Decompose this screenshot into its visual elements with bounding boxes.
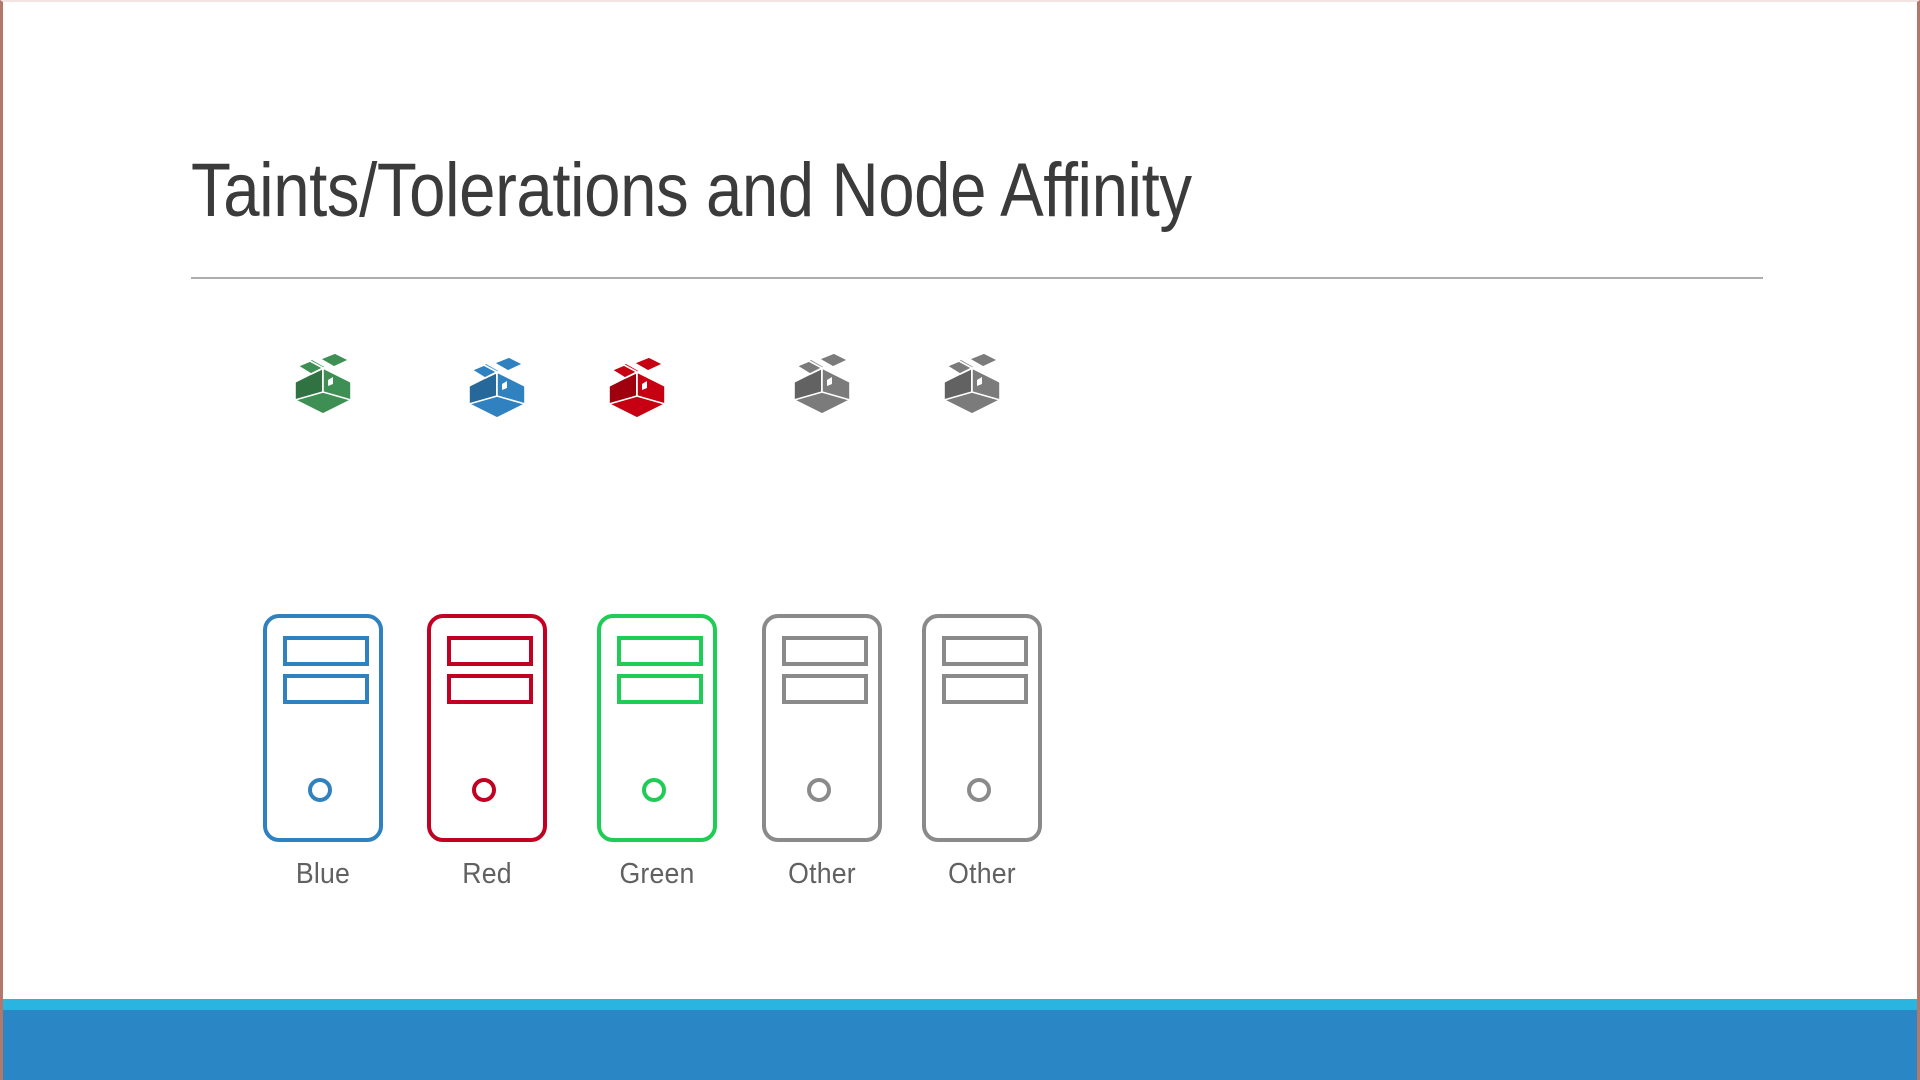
node-other-1-label: Other [788, 858, 856, 890]
node-green-power-button-icon[interactable] [642, 778, 666, 802]
node-other-2[interactable]: Other [922, 614, 1042, 891]
node-other-1-drive-bay-icon [782, 636, 868, 666]
node-blue-drive-bay-icon [283, 674, 369, 704]
node-red-drive-bay-icon [447, 636, 533, 666]
pod-gray-2-icon [941, 346, 1003, 414]
node-other-1-power-button-icon[interactable] [807, 778, 831, 802]
node-red[interactable]: Red [427, 614, 547, 891]
node-green-drive-bay-icon [617, 674, 703, 704]
node-other-1[interactable]: Other [762, 614, 882, 891]
node-other-2-chassis-icon [922, 614, 1042, 842]
node-red-chassis-icon [427, 614, 547, 842]
slide: Taints/Tolerations and Node Affinity Blu… [0, 0, 1920, 1080]
pod-green-icon [292, 346, 354, 414]
footer-band [3, 1010, 1917, 1080]
node-blue-label: Blue [295, 858, 351, 890]
node-other-1-chassis-icon [762, 614, 882, 842]
node-blue-chassis-icon [263, 614, 383, 842]
title-divider [191, 277, 1763, 279]
node-green-drive-bay-icon [617, 636, 703, 666]
node-green-label: Green [619, 858, 695, 890]
node-blue-power-button-icon[interactable] [308, 778, 332, 802]
node-green-chassis-icon [597, 614, 717, 842]
pod-red-icon [606, 350, 668, 418]
node-green[interactable]: Green [597, 614, 717, 891]
pod-gray-1-icon [791, 346, 853, 414]
node-red-power-button-icon[interactable] [472, 778, 496, 802]
node-blue-drive-bay-icon [283, 636, 369, 666]
page-title: Taints/Tolerations and Node Affinity [191, 148, 1192, 233]
node-other-2-label: Other [948, 858, 1016, 890]
node-other-2-drive-bay-icon [942, 636, 1028, 666]
node-blue[interactable]: Blue [263, 614, 383, 891]
node-other-2-power-button-icon[interactable] [967, 778, 991, 802]
pod-blue-icon [466, 350, 528, 418]
node-other-2-drive-bay-icon [942, 674, 1028, 704]
footer-accent-band [3, 999, 1917, 1010]
node-red-drive-bay-icon [447, 674, 533, 704]
node-other-1-drive-bay-icon [782, 674, 868, 704]
node-red-label: Red [462, 858, 512, 890]
